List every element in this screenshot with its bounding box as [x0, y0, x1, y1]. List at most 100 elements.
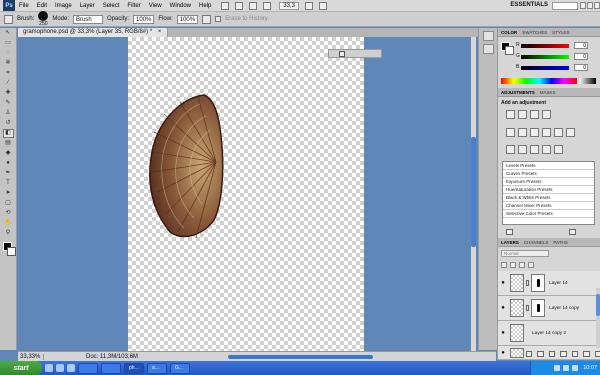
- chain-icon[interactable]: [526, 305, 529, 311]
- tray-security-icon[interactable]: [572, 365, 579, 371]
- tab-styles[interactable]: STYLES: [552, 30, 569, 35]
- quick-launch-desktop-icon[interactable]: [56, 364, 64, 372]
- zoom-level-menu[interactable]: 33,3: [279, 1, 300, 10]
- layer-row[interactable]: ● Layer 14 copy: [498, 296, 600, 321]
- floating-panel[interactable]: [328, 49, 382, 58]
- quick-launch-ie-icon[interactable]: [45, 364, 53, 372]
- gradient-map-icon[interactable]: [542, 145, 551, 154]
- minimize-button[interactable]: [580, 2, 586, 9]
- menu-edit[interactable]: Edit: [33, 3, 51, 9]
- levels-icon[interactable]: [518, 110, 527, 119]
- shape-tool-icon[interactable]: ▢: [3, 199, 14, 208]
- vibrance-icon[interactable]: [506, 128, 515, 137]
- tab-swatches[interactable]: SWATCHES: [522, 30, 547, 35]
- threshold-icon[interactable]: [530, 145, 539, 154]
- healing-brush-tool-icon[interactable]: ✚: [3, 89, 14, 98]
- zoom-tool-icon[interactable]: [263, 1, 272, 10]
- document-tab[interactable]: gramophone.psd @ 33,3% (Layer 35, RGB/8#…: [18, 28, 169, 37]
- status-zoom[interactable]: 33,33%: [18, 353, 44, 360]
- preset-hue-saturation[interactable]: Hue/Saturation Presets: [503, 186, 594, 194]
- background-color-swatch[interactable]: [7, 247, 16, 256]
- zoom-tool-icon[interactable]: ⚲: [3, 229, 14, 238]
- tab-layers[interactable]: LAYERS: [501, 240, 519, 245]
- mode-select[interactable]: Brush: [73, 14, 104, 24]
- lock-position-icon[interactable]: [519, 262, 525, 268]
- eraser-tool-icon[interactable]: ◧: [2, 129, 14, 138]
- clone-stamp-tool-icon[interactable]: ♙: [3, 109, 14, 118]
- canvas-area[interactable]: [18, 37, 476, 351]
- layer-row[interactable]: ● Layer 14: [498, 271, 600, 296]
- clock[interactable]: 10:07: [583, 365, 597, 371]
- clip-icon[interactable]: [569, 229, 576, 235]
- brightness-contrast-icon[interactable]: [506, 110, 515, 119]
- menu-filter[interactable]: Filter: [123, 3, 144, 9]
- lasso-tool-icon[interactable]: ◌: [3, 49, 14, 58]
- color-balance-icon[interactable]: [530, 128, 539, 137]
- maximize-button[interactable]: [587, 2, 593, 9]
- bridge-icon[interactable]: [221, 1, 230, 10]
- tool-preset-icon[interactable]: [4, 14, 13, 24]
- taskbar-item[interactable]: [101, 362, 121, 374]
- return-icon[interactable]: [506, 229, 513, 235]
- add-mask-icon[interactable]: [548, 351, 556, 357]
- menu-file[interactable]: File: [15, 3, 33, 9]
- path-selection-tool-icon[interactable]: ➤: [3, 189, 14, 198]
- quick-launch-media-icon[interactable]: [67, 364, 75, 372]
- erase-history-checkbox[interactable]: [215, 16, 222, 22]
- posterize-icon[interactable]: [518, 145, 527, 154]
- preset-black-white[interactable]: Black & White Presets: [503, 194, 594, 202]
- grayscale-ramp[interactable]: [579, 78, 596, 84]
- close-tab-icon[interactable]: ×: [158, 29, 162, 35]
- menu-help[interactable]: Help: [195, 3, 215, 9]
- blue-value[interactable]: 0: [574, 64, 588, 71]
- invert-icon[interactable]: [506, 145, 515, 154]
- preset-selective-color[interactable]: Selective Color Presets: [503, 210, 594, 218]
- blend-mode-select[interactable]: Normal: [501, 249, 549, 257]
- actions-panel-icon[interactable]: [482, 44, 494, 54]
- photo-filter-icon[interactable]: [554, 128, 563, 137]
- screen-mode-icon[interactable]: [319, 1, 328, 10]
- red-slider[interactable]: [521, 44, 569, 48]
- airbrush-icon[interactable]: [202, 14, 212, 24]
- lock-pixels-icon[interactable]: [510, 262, 516, 268]
- tray-network-icon[interactable]: [554, 365, 561, 371]
- tab-adjustments[interactable]: ADJUSTMENTS: [501, 90, 535, 95]
- mini-bridge-icon[interactable]: [235, 1, 244, 10]
- taskbar-item[interactable]: [78, 362, 98, 374]
- menu-window[interactable]: Window: [166, 3, 195, 9]
- help-search-input[interactable]: [552, 2, 578, 10]
- layer-row[interactable]: ● Layer 14 copy 2: [498, 321, 600, 346]
- preset-exposure[interactable]: Exposure Presets: [503, 178, 594, 186]
- channel-mixer-icon[interactable]: [566, 128, 575, 137]
- exposure-icon[interactable]: [542, 110, 551, 119]
- preset-curves[interactable]: Curves Presets: [503, 170, 594, 178]
- vertical-scrollbar[interactable]: [471, 37, 476, 351]
- curves-icon[interactable]: [530, 110, 539, 119]
- brush-picker[interactable]: 250: [38, 11, 49, 27]
- selective-color-icon[interactable]: [554, 145, 563, 154]
- tray-volume-icon[interactable]: [563, 365, 570, 371]
- menu-view[interactable]: View: [145, 3, 166, 9]
- hand-tool-icon[interactable]: ✋: [3, 219, 14, 228]
- adjustment-layer-icon[interactable]: [560, 351, 567, 357]
- menu-layer[interactable]: Layer: [76, 3, 99, 9]
- blur-tool-icon[interactable]: ◆: [3, 149, 14, 158]
- color-spectrum[interactable]: [501, 78, 577, 84]
- preset-channel-mixer[interactable]: Channel Mixer Presets: [503, 202, 594, 210]
- tab-channels[interactable]: CHANNELS: [524, 240, 549, 245]
- hue-saturation-icon[interactable]: [518, 128, 527, 137]
- eye-icon[interactable]: ●: [499, 280, 507, 286]
- taskbar-item[interactable]: ph...: [124, 362, 144, 374]
- eyedropper-tool-icon[interactable]: ⁄: [3, 79, 14, 88]
- layer-style-icon[interactable]: [537, 351, 544, 357]
- black-white-icon[interactable]: [542, 128, 551, 137]
- layers-scrollbar[interactable]: [596, 288, 600, 348]
- delete-layer-icon[interactable]: [594, 351, 600, 357]
- hand-tool-icon[interactable]: [249, 1, 258, 10]
- blue-slider[interactable]: [521, 66, 569, 70]
- brush-tool-icon[interactable]: ✎: [3, 99, 14, 108]
- red-value[interactable]: 0: [574, 42, 588, 49]
- layers-scroll-thumb[interactable]: [596, 294, 600, 316]
- workspace-switcher[interactable]: ESSENTIALS: [510, 2, 548, 8]
- tab-paths[interactable]: PATHS: [553, 240, 567, 245]
